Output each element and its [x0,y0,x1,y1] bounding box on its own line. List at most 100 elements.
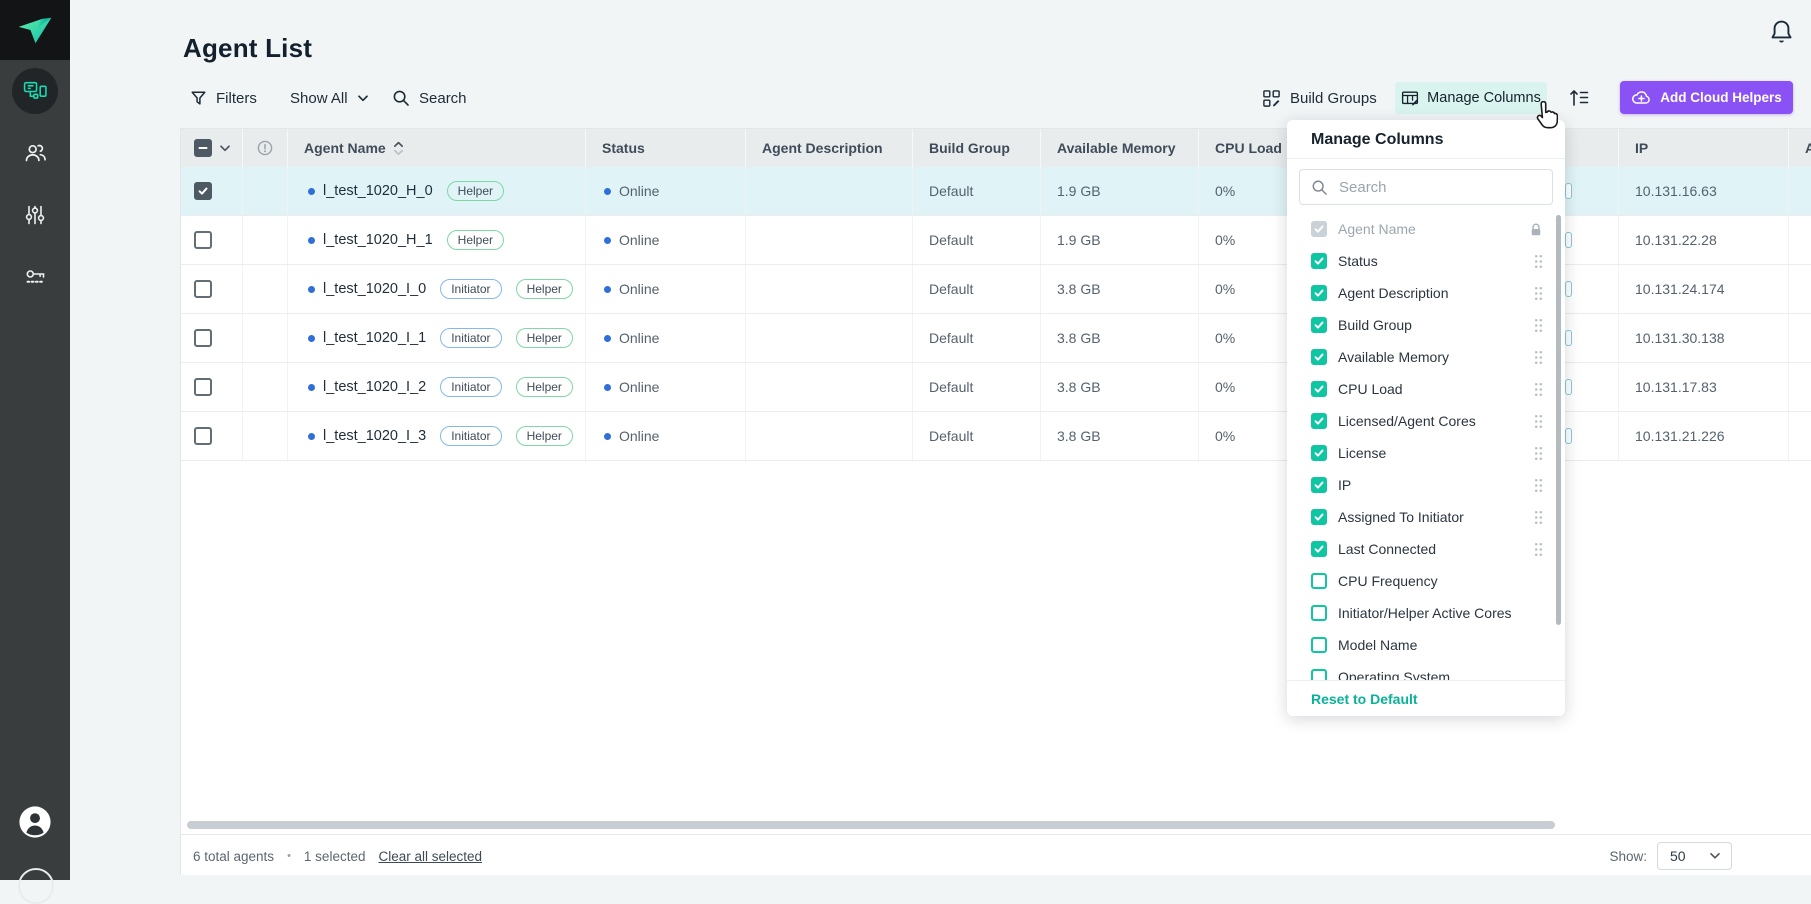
cell-mem: 3.8 GB [1041,363,1199,411]
row-checkbox[interactable] [194,427,212,445]
build-groups-button[interactable]: Build Groups [1262,78,1377,118]
table-row[interactable]: l_test_1020_I_1InitiatorHelperOnlineDefa… [181,314,1811,363]
show-all-dropdown[interactable]: Show All [290,78,369,118]
popup-checkbox[interactable] [1311,637,1327,653]
agent-name: l_test_1020_I_0 [323,281,426,297]
agent-table: Agent NameStatusAgent DescriptionBuild G… [180,128,1811,875]
chevron-down-icon [1709,852,1721,860]
cell-assigned [1789,167,1811,215]
cell-alert [243,314,288,362]
column-header-build: Build Group [913,129,1041,167]
agent-status-dot [308,237,315,244]
popup-checkbox[interactable] [1311,413,1327,429]
popup-checkbox[interactable] [1311,285,1327,301]
drag-handle-icon[interactable] [1534,286,1543,301]
popup-checkbox[interactable] [1311,445,1327,461]
sidebar-item-agents[interactable] [0,60,70,122]
drag-handle-icon[interactable] [1534,478,1543,493]
cpu-text: 0% [1215,183,1235,199]
drag-handle-icon[interactable] [1534,414,1543,429]
table-row[interactable]: l_test_1020_I_3InitiatorHelperOnlineDefa… [181,412,1811,461]
drag-handle-icon[interactable] [1534,446,1543,461]
popup-checkbox[interactable] [1311,477,1327,493]
partial-avatar-ring [18,868,54,904]
sort-order-button[interactable] [1568,87,1592,111]
table-row[interactable]: l_test_1020_H_0HelperOnlineDefault1.9 GB… [181,167,1811,216]
row-checkbox[interactable] [194,378,212,396]
cell-desc [746,363,913,411]
cell-build: Default [913,363,1041,411]
popup-checkbox[interactable] [1311,381,1327,397]
cell-mem: 1.9 GB [1041,216,1199,264]
bell-icon[interactable] [1768,18,1796,48]
table-row[interactable]: l_test_1020_I_0InitiatorHelperOnlineDefa… [181,265,1811,314]
search-label: Search [419,90,467,107]
row-checkbox[interactable] [194,231,212,249]
sort-arrows-icon[interactable] [393,141,404,156]
drag-handle-icon[interactable] [1534,254,1543,269]
table-footer: 6 total agents • 1 selected Clear all se… [181,834,1811,875]
select-menu-chevron-icon[interactable] [219,144,231,153]
column-header-select [181,129,243,167]
drag-handle-icon[interactable] [1534,510,1543,525]
popup-checkbox[interactable] [1311,253,1327,269]
popup-search-box[interactable] [1299,169,1553,205]
incredibuild-logo[interactable] [0,0,70,60]
horizontal-scrollbar[interactable] [187,821,1555,829]
sidebar [0,0,70,880]
popup-checkbox [1311,221,1327,237]
cell-alert [243,363,288,411]
popup-checkbox[interactable] [1311,509,1327,525]
filters-button[interactable]: Filters [190,78,257,118]
drag-handle-icon[interactable] [1534,350,1543,365]
cell-ip: 10.131.22.28 [1619,216,1789,264]
drag-handle-icon[interactable] [1534,382,1543,397]
check-icon [1313,287,1325,299]
check-icon [1313,223,1325,235]
user-avatar-icon[interactable] [18,805,52,839]
popup-search-input[interactable] [1337,178,1552,197]
cell-status: Online [586,314,746,362]
row-checkbox[interactable] [194,280,212,298]
build-text: Default [929,330,973,346]
ip-text: 10.131.24.174 [1635,281,1725,297]
table-row[interactable]: l_test_1020_I_2InitiatorHelperOnlineDefa… [181,363,1811,412]
column-header-name[interactable]: Agent Name [288,129,586,167]
popup-checkbox[interactable] [1311,541,1327,557]
table-row[interactable]: l_test_1020_H_1HelperOnlineDefault1.9 GB… [181,216,1811,265]
cell-select [181,167,243,215]
badge-helper: Helper [516,426,573,446]
license-halo [12,254,58,300]
manage-columns-button[interactable]: Manage Columns [1395,82,1547,114]
logo-mark-icon [15,15,55,46]
select-all-checkbox[interactable] [194,139,212,157]
lock-icon [1529,222,1543,237]
search-icon [392,89,410,107]
drag-handle-icon[interactable] [1534,318,1543,333]
sidebar-item-users[interactable] [0,122,70,184]
search-button[interactable]: Search [392,78,467,118]
column-header-status: Status [586,129,746,167]
page-size-select[interactable]: 50 [1657,842,1732,870]
sidebar-item-settings[interactable] [0,184,70,246]
row-checkbox[interactable] [194,329,212,347]
popup-checkbox[interactable] [1311,573,1327,589]
add-cloud-helpers-button[interactable]: Add Cloud Helpers [1620,81,1793,114]
sidebar-item-license[interactable] [0,246,70,308]
popup-checkbox[interactable] [1311,349,1327,365]
clear-all-selected-link[interactable]: Clear all selected [378,849,482,864]
popup-checkbox[interactable] [1311,605,1327,621]
reset-to-default-link[interactable]: Reset to Default [1287,680,1565,716]
badge-helper: Helper [516,279,573,299]
drag-handle-icon[interactable] [1534,542,1543,557]
show-label: Show: [1609,849,1647,864]
agents-halo [12,68,58,114]
agents-icon [22,79,48,103]
popup-checkbox[interactable] [1311,317,1327,333]
popup-item: Licensed/Agent Cores [1287,405,1565,437]
popup-scrollbar[interactable] [1556,215,1561,625]
row-checkbox[interactable] [194,182,212,200]
cell-build: Default [913,167,1041,215]
cell-select [181,216,243,264]
cell-select [181,265,243,313]
